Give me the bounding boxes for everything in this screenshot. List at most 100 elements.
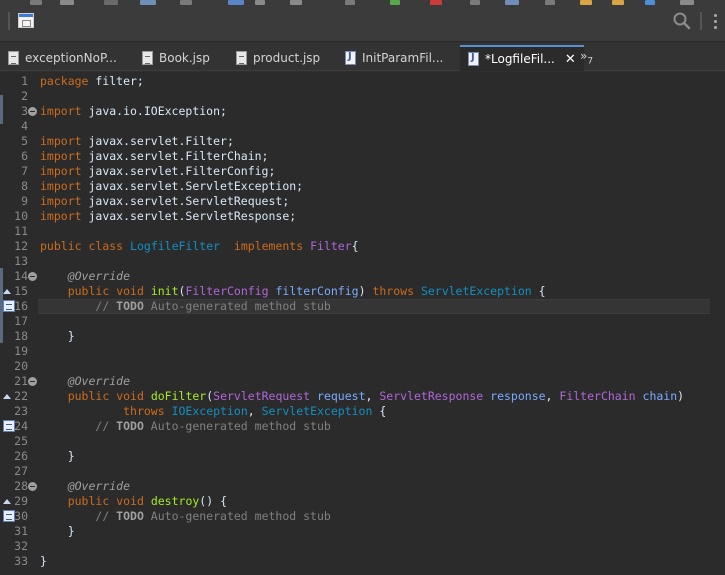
code-token: { (372, 404, 387, 418)
code-line[interactable]: 20 (0, 359, 725, 374)
code-line[interactable]: 15 public void init(FilterConfig filterC… (0, 284, 725, 299)
code-line[interactable]: 13 (0, 254, 725, 269)
code-line[interactable]: 12 public class LogfileFilter implements … (0, 239, 725, 254)
tab-exception-jsp[interactable]: exceptionNoP... (8, 45, 117, 71)
code-line[interactable]: 5 import javax.servlet.Filter; (0, 134, 725, 149)
new-window-icon[interactable] (18, 13, 34, 28)
code-token: import (40, 149, 82, 163)
code-token: void (116, 389, 144, 403)
override-marker-icon[interactable] (3, 499, 12, 504)
code-token: import (40, 134, 82, 148)
line-number: 2 (21, 89, 28, 103)
line-number: 31 (14, 524, 28, 538)
java-file-icon (345, 51, 356, 65)
code-token: java.io.IOException; (81, 104, 227, 118)
code-token: } (40, 554, 47, 568)
code-line[interactable]: 8 import javax.servlet.ServletException; (0, 179, 725, 194)
code-line[interactable]: 17 (0, 314, 725, 329)
code-line[interactable]: 27 (0, 464, 725, 479)
overflow-menu-icon[interactable] (708, 10, 724, 32)
code-line[interactable]: 30 // TODO Auto-generated method stub (0, 509, 725, 524)
editor-tab-bar: exceptionNoP... Book.jsp product.jsp Ini… (0, 43, 725, 71)
code-line[interactable]: 32 (0, 539, 725, 554)
line-number: 9 (21, 194, 28, 208)
code-line[interactable]: 19 (0, 344, 725, 359)
tab-label: InitParamFil... (362, 51, 444, 65)
tab-label: product.jsp (253, 51, 321, 65)
code-line[interactable]: 22 public void doFilter(ServletRequest r… (0, 389, 725, 404)
tab-overflow-button[interactable]: »7 (580, 49, 593, 66)
code-token: Auto-generated method stub (143, 419, 331, 433)
code-token: import (40, 179, 82, 193)
code-token: // (95, 419, 117, 433)
code-line[interactable]: 31 } (0, 524, 725, 539)
code-line[interactable]: 2 (0, 89, 725, 104)
close-tab-icon[interactable]: ✕ (565, 52, 576, 67)
code-line[interactable]: 18 } (0, 329, 725, 344)
code-token: request (317, 389, 366, 403)
code-line[interactable]: 9 import javax.servlet.ServletRequest; (0, 194, 725, 209)
code-line[interactable]: 1 package filter; (0, 74, 725, 89)
code-line[interactable]: 3 import java.io.IOException; (0, 104, 725, 119)
code-text: // TODO Auto-generated method stub (40, 509, 331, 524)
code-line[interactable]: 11 (0, 224, 725, 239)
code-editor[interactable]: 1 package filter; 2 3 import java.io.IOExcep… (0, 72, 725, 575)
code-token: throws (123, 404, 165, 418)
override-marker-icon[interactable] (3, 394, 12, 399)
tab-logfilefilter[interactable]: *LogfileFil... ✕ (460, 45, 584, 71)
task-marker-icon[interactable] (3, 420, 15, 432)
code-line[interactable]: 24 // TODO Auto-generated method stub (0, 419, 725, 434)
code-token: package (40, 74, 89, 88)
code-token: import (40, 194, 82, 208)
code-line[interactable]: 29 public void destroy() { (0, 494, 725, 509)
tab-initparamfilter[interactable]: InitParamFil... (345, 45, 443, 71)
task-marker-icon[interactable] (3, 510, 15, 522)
code-line[interactable]: 16 // TODO Auto-generated method stub (0, 299, 725, 314)
code-line[interactable]: 7 import javax.servlet.FilterConfig; (0, 164, 725, 179)
code-text: @Override (40, 479, 130, 494)
fold-collapse-icon[interactable] (28, 107, 37, 116)
code-text: @Override (40, 374, 130, 389)
line-number: 17 (14, 314, 28, 328)
toolbar-icons-strip[interactable] (0, 0, 725, 6)
override-marker-icon[interactable] (3, 289, 12, 294)
fold-collapse-icon[interactable] (28, 377, 37, 386)
code-token: ) (358, 284, 373, 298)
code-token: // (95, 299, 117, 313)
code-token: javax.servlet.FilterChain; (81, 149, 269, 163)
tab-product-jsp[interactable]: product.jsp (236, 45, 320, 71)
tab-label: *LogfileFil... (485, 52, 555, 66)
code-line[interactable]: 21 @Override (0, 374, 725, 389)
code-token: Auto-generated method stub (143, 509, 331, 523)
code-token: , (545, 389, 560, 403)
fold-collapse-icon[interactable] (28, 482, 37, 491)
fold-collapse-icon[interactable] (28, 272, 37, 281)
line-number: 28 (14, 479, 28, 493)
code-text: public void destroy() { (40, 494, 227, 509)
code-line[interactable]: 28 @Override (0, 479, 725, 494)
search-icon[interactable] (672, 11, 692, 31)
line-number: 32 (14, 539, 28, 553)
code-line[interactable]: 26 } (0, 449, 725, 464)
code-token: void (116, 284, 144, 298)
code-line[interactable]: 33} (0, 554, 725, 569)
code-token: javax.servlet.ServletResponse; (81, 209, 297, 223)
tab-book-jsp[interactable]: Book.jsp (142, 45, 210, 71)
code-line[interactable]: 14 @Override (0, 269, 725, 284)
jsp-file-icon (142, 51, 153, 65)
task-marker-icon[interactable] (3, 300, 15, 312)
code-token: public (67, 284, 110, 298)
code-line[interactable]: 6 import javax.servlet.FilterChain; (0, 149, 725, 164)
code-line[interactable]: 10 import javax.servlet.ServletResponse; (0, 209, 725, 224)
code-line[interactable]: 25 (0, 434, 725, 449)
code-line[interactable]: 23 throws IOException, ServletException … (0, 404, 725, 419)
line-number: 21 (14, 374, 28, 388)
code-line[interactable]: 4 (0, 119, 725, 134)
code-text: throws IOException, ServletException { (40, 404, 386, 419)
code-token: javax.servlet.ServletRequest; (81, 194, 290, 208)
